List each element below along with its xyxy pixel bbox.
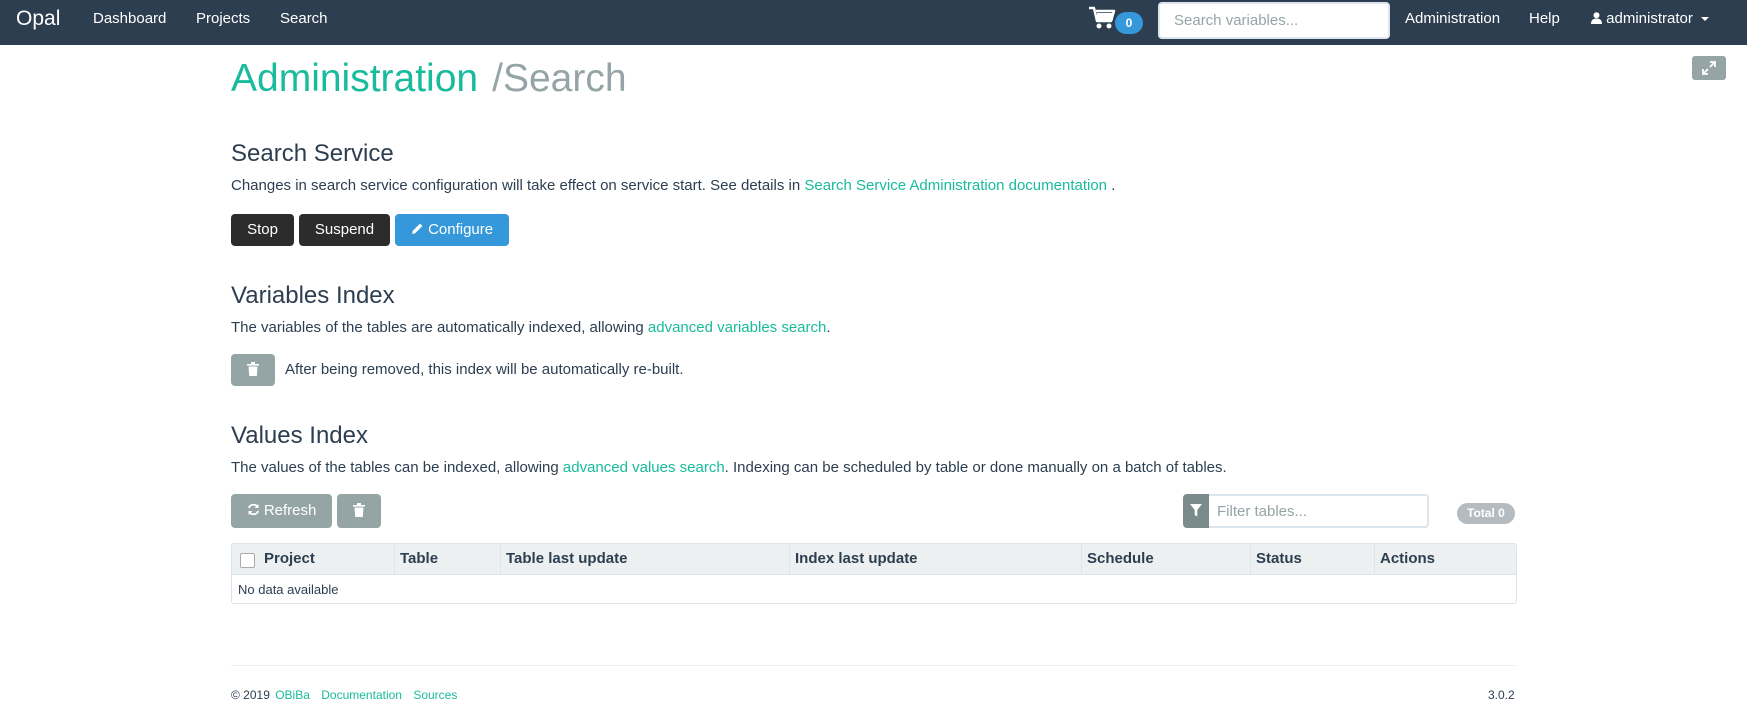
cart-button[interactable]: 0 xyxy=(1088,5,1144,39)
brand-logo[interactable]: Opal xyxy=(16,7,60,31)
delete-variables-index-button[interactable] xyxy=(231,354,275,386)
variables-index-heading: Variables Index xyxy=(231,282,395,309)
breadcrumb-search: Search xyxy=(502,57,627,100)
column-select: Project xyxy=(232,544,394,575)
column-header-project[interactable]: Project xyxy=(264,544,315,574)
breadcrumb-separator: / xyxy=(492,57,503,100)
user-name: administrator xyxy=(1606,10,1693,27)
footer-version: 3.0.2 xyxy=(1488,688,1515,702)
footer-copyright: © 2019 xyxy=(231,688,270,702)
variables-index-description: The variables of the tables are automati… xyxy=(231,319,831,336)
search-service-description: Changes in search service configuration … xyxy=(231,177,1115,194)
configure-label: Configure xyxy=(428,221,494,238)
chevron-down-icon xyxy=(1701,17,1710,22)
trash-icon xyxy=(353,503,365,517)
suspend-button[interactable]: Suspend xyxy=(299,214,390,246)
user-icon xyxy=(1591,12,1602,24)
filter-icon xyxy=(1190,504,1202,517)
user-menu[interactable]: administrator xyxy=(1591,10,1710,27)
top-navbar: Opal Dashboard Projects Search 0 Adminis… xyxy=(0,0,1747,45)
expand-icon xyxy=(1702,61,1716,75)
search-service-doc-link[interactable]: Search Service Administration documentat… xyxy=(804,177,1107,194)
variables-index-text: The variables of the tables are automati… xyxy=(231,319,648,336)
search-service-heading: Search Service xyxy=(231,140,394,167)
filter-addon xyxy=(1183,494,1209,528)
select-all-checkbox[interactable] xyxy=(240,553,255,568)
nav-projects[interactable]: Projects xyxy=(196,10,250,27)
footer-divider xyxy=(231,665,1517,666)
advanced-variables-search-link[interactable]: advanced variables search xyxy=(648,319,826,336)
footer-link-documentation[interactable]: Documentation xyxy=(321,688,402,702)
footer-link-obiba[interactable]: OBiBa xyxy=(275,688,310,702)
values-index-text-end: . Indexing can be scheduled by table or … xyxy=(724,459,1227,476)
footer-link-sources[interactable]: Sources xyxy=(413,688,457,702)
refresh-label: Refresh xyxy=(263,502,317,519)
nav-help[interactable]: Help xyxy=(1529,10,1560,27)
values-index-description: The values of the tables can be indexed,… xyxy=(231,459,1227,476)
refresh-button[interactable]: Refresh xyxy=(231,494,332,528)
configure-button[interactable]: Configure xyxy=(395,214,509,246)
search-variables-input[interactable] xyxy=(1158,2,1390,39)
trash-icon xyxy=(247,362,259,376)
advanced-values-search-link[interactable]: advanced values search xyxy=(563,459,725,476)
search-service-text: Changes in search service configuration … xyxy=(231,177,805,194)
column-header-table-last-update[interactable]: Table last update xyxy=(500,544,789,575)
pencil-icon xyxy=(411,223,423,234)
nav-search[interactable]: Search xyxy=(280,10,328,27)
delete-values-index-button[interactable] xyxy=(337,494,381,528)
column-header-status[interactable]: Status xyxy=(1250,544,1374,575)
column-header-index-last-update[interactable]: Index last update xyxy=(789,544,1081,575)
shopping-cart-icon xyxy=(1089,6,1116,29)
footer-left: © 2019 OBiBa Documentation Sources xyxy=(231,688,457,702)
variables-index-text-end: . xyxy=(826,319,831,336)
column-header-actions: Actions xyxy=(1374,544,1516,575)
column-header-table[interactable]: Table xyxy=(394,544,500,575)
refresh-icon xyxy=(247,503,259,516)
fullscreen-button[interactable] xyxy=(1692,56,1726,80)
values-index-text: The values of the tables can be indexed,… xyxy=(231,459,563,476)
total-badge: Total 0 xyxy=(1457,503,1515,524)
values-index-table: Project Table Table last update Index la… xyxy=(231,543,1517,604)
stop-button[interactable]: Stop xyxy=(231,214,294,246)
breadcrumb-administration[interactable]: Administration xyxy=(231,57,478,100)
column-header-schedule[interactable]: Schedule xyxy=(1081,544,1250,575)
variables-index-note: After being removed, this index will be … xyxy=(285,361,684,378)
table-header: Project Table Table last update Index la… xyxy=(232,544,1516,575)
empty-table-message: No data available xyxy=(238,582,339,597)
search-service-text-end: . xyxy=(1107,177,1116,194)
cart-count-badge: 0 xyxy=(1115,12,1143,34)
values-index-heading: Values Index xyxy=(231,422,368,449)
nav-administration[interactable]: Administration xyxy=(1405,10,1500,27)
filter-tables-input[interactable] xyxy=(1209,494,1429,528)
nav-dashboard[interactable]: Dashboard xyxy=(93,10,166,27)
page-title: Administration /Search xyxy=(231,57,627,101)
